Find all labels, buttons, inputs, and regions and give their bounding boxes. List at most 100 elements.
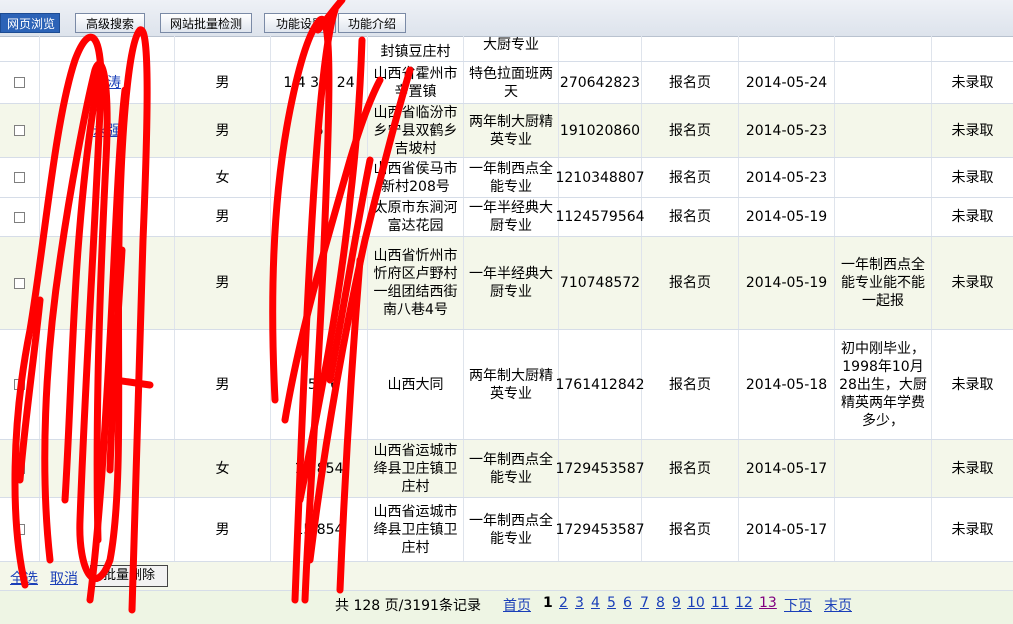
phone-cell xyxy=(271,198,368,236)
phone-cell xyxy=(271,158,368,197)
row-select-cell xyxy=(0,198,40,236)
first-page-link[interactable]: 首页 xyxy=(503,595,531,615)
date-cell: 2014-05-19 xyxy=(739,198,835,236)
date-text: 2014-05-24 xyxy=(745,74,828,91)
source-text: 报名页 xyxy=(669,209,711,225)
status-cell: 未录取 xyxy=(932,237,1013,329)
row-checkbox[interactable] xyxy=(14,277,25,289)
date-cell: 2014-05-19 xyxy=(739,237,835,329)
address-cell: 山西省忻州市忻府区卢野村一组团结西街南八巷4号 xyxy=(368,237,464,329)
source-cell: 报名页 xyxy=(642,498,739,561)
address-text: 山西省霍州市辛置镇 xyxy=(373,65,458,100)
page-link[interactable]: 8 xyxy=(656,595,665,611)
gender-cell: 女 xyxy=(175,440,271,497)
qq-cell: 1761412842 xyxy=(555,330,645,439)
row-select-cell xyxy=(0,498,40,561)
qq-cell: 191020860 xyxy=(559,104,642,157)
note-cell xyxy=(835,36,932,61)
intro-button[interactable]: 功能介绍 xyxy=(338,13,406,33)
page-link[interactable]: 12 xyxy=(735,595,753,611)
page-link[interactable]: 7 xyxy=(640,595,649,611)
phone-text: 1 4 3 7 24 xyxy=(283,74,355,91)
gender-text: 男 xyxy=(215,376,230,393)
status-text: 未录取 xyxy=(951,521,994,538)
name-link[interactable]: 永强 xyxy=(93,122,121,140)
source-cell xyxy=(642,36,739,61)
page-link[interactable]: 3 xyxy=(575,595,584,611)
batch-check-button[interactable]: 网站批量检测 xyxy=(160,13,252,33)
next-page-link[interactable]: 下页 xyxy=(784,595,812,615)
batch-delete-button[interactable]: 批量删除 xyxy=(90,565,168,587)
page-link[interactable]: 9 xyxy=(672,595,681,611)
row-checkbox[interactable] xyxy=(14,125,25,136)
name-cell xyxy=(40,36,175,61)
page-link[interactable]: 13 xyxy=(759,595,777,611)
course-cell: 一年半经典大厨专业 xyxy=(464,198,559,236)
settings-button[interactable]: 功能设置 xyxy=(264,13,336,33)
name-cell xyxy=(40,440,175,497)
source-cell: 报名页 xyxy=(642,62,739,103)
name-link[interactable]: 梁涛 xyxy=(93,74,121,92)
row-checkbox[interactable] xyxy=(14,77,25,88)
qq-cell: 1210348807 xyxy=(555,158,645,197)
page-link[interactable]: 10 xyxy=(687,595,705,611)
gender-cell: 男 xyxy=(175,198,271,236)
gender-text: 男 xyxy=(215,275,230,291)
phone-cell: 151 6 xyxy=(271,330,368,439)
gender-text: 女 xyxy=(215,169,230,186)
status-text: 未录取 xyxy=(951,169,994,186)
status-text: 未录取 xyxy=(951,376,994,393)
status-text: 未录取 xyxy=(951,460,994,477)
browse-button[interactable]: 网页浏览 xyxy=(0,13,60,33)
date-cell: 2014-05-17 xyxy=(739,440,835,497)
date-text: 2014-05-19 xyxy=(745,209,828,225)
note-cell xyxy=(835,498,932,561)
qq-cell: 710748572 xyxy=(559,237,642,329)
page-link[interactable]: 4 xyxy=(591,595,600,611)
page-link[interactable]: 6 xyxy=(623,595,632,611)
name-cell: 永强 xyxy=(40,104,175,157)
gender-cell: 男 xyxy=(175,62,271,103)
date-cell: 2014-05-23 xyxy=(739,158,835,197)
row-checkbox[interactable] xyxy=(14,524,25,535)
course-text: 一年半经典大厨专业 xyxy=(469,266,553,300)
date-text: 2014-05-23 xyxy=(745,169,828,186)
source-text: 报名页 xyxy=(669,275,711,291)
note-cell xyxy=(835,158,932,197)
page-link[interactable]: 11 xyxy=(711,595,729,611)
course-text: 两年制大厨精英专业 xyxy=(469,113,553,148)
toolbar-status-line xyxy=(0,0,1013,8)
note-cell: 一年制西点全能专业能不能一起报 xyxy=(835,237,932,329)
date-text: 2014-05-18 xyxy=(745,376,828,393)
source-text: 报名页 xyxy=(669,74,711,91)
current-page: 1 xyxy=(543,595,553,611)
status-text: 未录取 xyxy=(951,209,994,225)
page-link[interactable]: 5 xyxy=(607,595,616,611)
source-cell: 报名页 xyxy=(642,198,739,236)
table-row: 女 山西省侯马市新村208号 一年制西点全能专业 1210348807 报名页 … xyxy=(0,158,1013,198)
row-checkbox[interactable] xyxy=(14,379,25,390)
date-text: 2014-05-23 xyxy=(745,122,828,139)
row-select-cell xyxy=(0,237,40,329)
row-checkbox[interactable] xyxy=(14,172,25,183)
source-cell: 报名页 xyxy=(642,440,739,497)
select-all-link[interactable]: 全选 xyxy=(10,568,38,588)
status-cell: 未录取 xyxy=(932,62,1013,103)
qq-text: 1210348807 xyxy=(555,169,645,186)
row-checkbox[interactable] xyxy=(14,463,25,474)
table-row: 男 151 6 山西大同 两年制大厨精英专业 1761412842 报名页 20… xyxy=(0,330,1013,440)
source-text: 报名页 xyxy=(669,521,711,538)
advanced-search-button[interactable]: 高级搜索 xyxy=(75,13,145,33)
qq-text: 191020860 xyxy=(559,122,641,139)
page-link[interactable]: 2 xyxy=(559,595,568,611)
source-cell: 报名页 xyxy=(642,237,739,329)
table-row: 封镇豆庄村 大厨专业 xyxy=(0,36,1013,62)
last-page-link[interactable]: 末页 xyxy=(824,595,852,615)
cancel-selection-link[interactable]: 取消 xyxy=(50,568,78,588)
qq-cell xyxy=(559,36,642,61)
row-checkbox[interactable] xyxy=(14,211,25,223)
address-cell: 太原市东涧河富达花园 xyxy=(368,198,464,236)
course-text: 一年制西点全能专业 xyxy=(469,512,553,547)
course-cell: 两年制大厨精英专业 xyxy=(464,330,559,439)
bulk-actions-bar: 全选 取消 批量删除 xyxy=(0,562,1013,590)
